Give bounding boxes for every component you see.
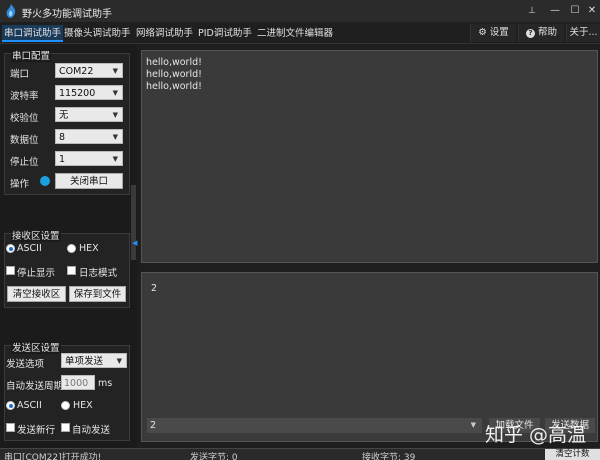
port-select[interactable]: COM22 ▼ [55, 63, 123, 78]
close-button[interactable]: ✕ [583, 3, 600, 19]
port-status-indicator [40, 176, 50, 186]
received-bytes: 接收字节: 39 [362, 453, 416, 460]
receive-ascii-label: ASCII [17, 243, 42, 254]
stop-display-checkbox[interactable] [6, 266, 15, 275]
chevron-down-icon: ▼ [112, 89, 118, 97]
databits-select[interactable]: 8 ▼ [55, 129, 123, 144]
clear-receive-button[interactable]: 清空接收区 [7, 286, 66, 302]
port-label: 端口 [10, 69, 30, 80]
send-text: 2 [151, 283, 158, 294]
parity-label: 校验位 [10, 113, 39, 124]
save-to-file-button[interactable]: 保存到文件 [69, 286, 126, 302]
send-option-value: 单项发送 [65, 356, 104, 367]
receive-hex-radio[interactable] [67, 244, 76, 253]
chevron-down-icon: ▼ [470, 421, 476, 429]
collapse-sidebar-icon[interactable]: ◀ [132, 239, 137, 247]
send-option-select[interactable]: 单项发送 ▼ [61, 353, 127, 368]
databits-label: 数据位 [10, 135, 39, 146]
sent-bytes: 发送字节: 0 [190, 453, 238, 460]
window-title: 野火多功能调试助手 [22, 9, 112, 20]
chevron-down-icon: ▼ [112, 111, 118, 119]
send-ascii-radio[interactable] [6, 401, 15, 410]
receive-area[interactable]: hello,world! hello,world! hello,world! [141, 50, 598, 263]
tab-pid-assistant[interactable]: PID调试助手 [198, 25, 252, 42]
receive-text: hello,world! hello,world! hello,world! [146, 57, 202, 92]
tab-camera-assistant[interactable]: 摄像头调试助手 [64, 25, 131, 42]
log-mode-label: 日志模式 [79, 268, 118, 279]
baud-label: 波特率 [10, 91, 39, 102]
minimize-button[interactable]: — [546, 3, 564, 19]
tab-bar: 串口调试助手 摄像头调试助手 网络调试助手 PID调试助手 二进制文件编辑器 ⚙… [0, 22, 600, 44]
close-port-button[interactable]: 关闭串口 [55, 173, 123, 189]
stopbits-label: 停止位 [10, 157, 39, 168]
auto-period-input[interactable]: 1000 [61, 375, 95, 390]
maximize-button[interactable]: ☐ [566, 3, 584, 19]
log-mode-checkbox[interactable] [67, 266, 76, 275]
send-newline-label: 发送新行 [17, 425, 56, 436]
operation-label: 操作 [10, 179, 30, 190]
clear-count-button[interactable]: 清空计数 [545, 449, 600, 460]
watermark: 知乎 @高温 [485, 424, 587, 446]
baud-value: 115200 [59, 88, 96, 99]
send-settings-title: 发送区设置 [11, 340, 61, 354]
auto-send-label: 自动发送 [72, 425, 111, 436]
send-history-value: 2 [150, 420, 157, 431]
help-button[interactable]: ? 帮助 [518, 24, 564, 42]
help-label: 帮助 [538, 27, 558, 38]
help-icon: ? [525, 29, 535, 38]
chevron-down-icon: ▼ [112, 155, 118, 163]
pin-icon[interactable]: ⊥ [523, 3, 541, 19]
parity-select[interactable]: 无 ▼ [55, 107, 123, 122]
stopbits-select[interactable]: 1 ▼ [55, 151, 123, 166]
stop-display-label: 停止显示 [17, 268, 56, 279]
send-hex-radio[interactable] [61, 401, 70, 410]
baud-select[interactable]: 115200 ▼ [55, 85, 123, 100]
receive-hex-label: HEX [79, 243, 99, 254]
stopbits-value: 1 [59, 154, 66, 165]
parity-value: 无 [59, 110, 69, 121]
tab-network-assistant[interactable]: 网络调试助手 [136, 25, 193, 42]
status-bar: 串口[COM22]打开成功! 发送字节: 0 接收字节: 39 清空计数 [0, 448, 600, 460]
auto-period-unit: ms [98, 378, 113, 389]
chevron-down-icon: ▼ [112, 133, 118, 141]
flame-logo-icon [6, 4, 16, 18]
send-ascii-label: ASCII [17, 400, 42, 411]
port-value: COM22 [59, 66, 94, 77]
databits-value: 8 [59, 132, 66, 143]
tab-serial-assistant[interactable]: 串口调试助手 [2, 25, 64, 42]
about-button[interactable]: 关于... [566, 24, 600, 42]
send-history-select[interactable]: 2 ▼ [147, 418, 482, 433]
tab-binary-editor[interactable]: 二进制文件编辑器 [257, 25, 333, 42]
receive-settings-title: 接收区设置 [11, 228, 61, 242]
sidebar-scroll-thumb[interactable] [131, 185, 136, 260]
send-hex-label: HEX [73, 400, 93, 411]
chevron-down-icon: ▼ [116, 357, 122, 365]
title-bar: 野火多功能调试助手 ⊥ — ☐ ✕ [0, 0, 600, 22]
auto-period-label: 自动发送周期 [6, 381, 64, 392]
send-area[interactable]: 2 [141, 272, 598, 442]
serial-config-title: 串口配置 [11, 48, 52, 62]
settings-label: 设置 [489, 27, 509, 38]
send-newline-checkbox[interactable] [6, 423, 15, 432]
send-option-label: 发送选项 [6, 359, 45, 370]
auto-send-checkbox[interactable] [61, 423, 70, 432]
settings-button[interactable]: ⚙ 设置 [470, 24, 516, 42]
chevron-down-icon: ▼ [112, 67, 118, 75]
receive-ascii-radio[interactable] [6, 244, 15, 253]
gear-icon: ⚙ [478, 27, 487, 38]
status-message: 串口[COM22]打开成功! [4, 453, 102, 460]
